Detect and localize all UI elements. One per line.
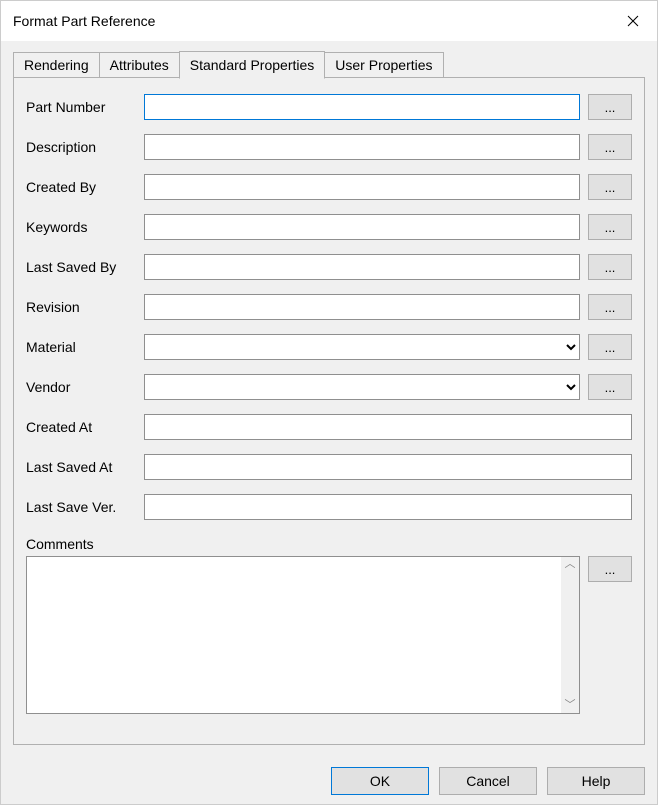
label-last-saved-by: Last Saved By: [26, 259, 144, 275]
tab-panel-standard-properties: Part Number ... Description ... Created …: [13, 77, 645, 745]
input-keywords[interactable]: [144, 214, 580, 240]
textarea-comments[interactable]: ︿ ﹀: [26, 556, 580, 714]
select-material[interactable]: [144, 334, 580, 360]
row-created-at: Created At: [26, 414, 632, 440]
row-keywords: Keywords ...: [26, 214, 632, 240]
close-button[interactable]: [609, 1, 657, 41]
browse-created-by[interactable]: ...: [588, 174, 632, 200]
scroll-up-icon: ︿: [565, 559, 576, 570]
dialog-content: Rendering Attributes Standard Properties…: [1, 41, 657, 758]
row-last-save-ver: Last Save Ver.: [26, 494, 632, 520]
scroll-down-icon: ﹀: [565, 700, 576, 711]
dialog-title: Format Part Reference: [13, 13, 155, 29]
input-description[interactable]: [144, 134, 580, 160]
row-description: Description ...: [26, 134, 632, 160]
browse-revision[interactable]: ...: [588, 294, 632, 320]
label-revision: Revision: [26, 299, 144, 315]
row-comments: ︿ ﹀ ...: [26, 556, 632, 732]
input-created-by[interactable]: [144, 174, 580, 200]
tab-rendering[interactable]: Rendering: [13, 52, 100, 78]
row-vendor: Vendor ...: [26, 374, 632, 400]
tab-user-properties[interactable]: User Properties: [324, 52, 443, 78]
label-last-save-ver: Last Save Ver.: [26, 499, 144, 515]
cancel-button[interactable]: Cancel: [439, 767, 537, 795]
scrollbar-comments[interactable]: ︿ ﹀: [561, 557, 579, 713]
label-description: Description: [26, 139, 144, 155]
row-material: Material ...: [26, 334, 632, 360]
label-last-saved-at: Last Saved At: [26, 459, 144, 475]
dialog-window: Format Part Reference Rendering Attribut…: [0, 0, 658, 805]
row-revision: Revision ...: [26, 294, 632, 320]
close-icon: [627, 15, 639, 27]
tab-standard-properties[interactable]: Standard Properties: [179, 51, 326, 79]
row-created-by: Created By ...: [26, 174, 632, 200]
label-comments: Comments: [26, 536, 632, 552]
input-revision[interactable]: [144, 294, 580, 320]
dialog-footer: OK Cancel Help: [1, 758, 657, 804]
box-created-at: [144, 414, 632, 440]
tab-attributes[interactable]: Attributes: [99, 52, 180, 78]
browse-comments[interactable]: ...: [588, 556, 632, 582]
browse-vendor[interactable]: ...: [588, 374, 632, 400]
browse-last-saved-by[interactable]: ...: [588, 254, 632, 280]
label-created-at: Created At: [26, 419, 144, 435]
input-part-number[interactable]: [144, 94, 580, 120]
browse-material[interactable]: ...: [588, 334, 632, 360]
label-part-number: Part Number: [26, 99, 144, 115]
select-vendor[interactable]: [144, 374, 580, 400]
titlebar: Format Part Reference: [1, 1, 657, 41]
help-button[interactable]: Help: [547, 767, 645, 795]
ok-button[interactable]: OK: [331, 767, 429, 795]
box-last-saved-at: [144, 454, 632, 480]
label-created-by: Created By: [26, 179, 144, 195]
browse-description[interactable]: ...: [588, 134, 632, 160]
browse-part-number[interactable]: ...: [588, 94, 632, 120]
tabstrip: Rendering Attributes Standard Properties…: [13, 51, 645, 78]
browse-keywords[interactable]: ...: [588, 214, 632, 240]
label-material: Material: [26, 339, 144, 355]
label-vendor: Vendor: [26, 379, 144, 395]
input-last-saved-by[interactable]: [144, 254, 580, 280]
row-last-saved-by: Last Saved By ...: [26, 254, 632, 280]
label-keywords: Keywords: [26, 219, 144, 235]
box-last-save-ver: [144, 494, 632, 520]
row-part-number: Part Number ...: [26, 94, 632, 120]
row-last-saved-at: Last Saved At: [26, 454, 632, 480]
